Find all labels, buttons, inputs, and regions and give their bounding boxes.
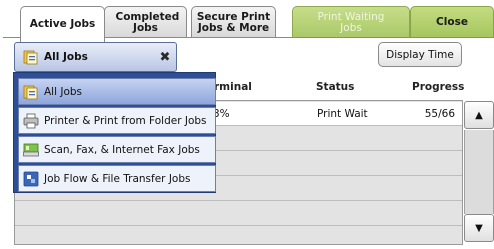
print-waiting-jobs-label: Print Waiting Jobs	[317, 10, 385, 34]
row-status: Print Wait	[317, 108, 368, 120]
tab-active-jobs[interactable]: Active Jobs	[20, 6, 105, 42]
menu-item-scan-fax-jobs[interactable]: Scan, Fax, & Internet Fax Jobs	[18, 136, 216, 163]
tab-active-jobs-label: Active Jobs	[29, 18, 96, 30]
arrow-down-icon: ▼	[475, 222, 483, 234]
column-header-status: Status	[316, 81, 355, 93]
print-waiting-jobs-button[interactable]: Print Waiting Jobs	[292, 6, 410, 38]
tab-secure-print-label: Secure Print Jobs & More	[196, 10, 271, 34]
column-header-progress: Progress	[412, 81, 465, 93]
tab-completed-jobs[interactable]: Completed Jobs	[104, 6, 187, 38]
job-filter-menu: All Jobs Printer & Print from Folder Job…	[13, 72, 216, 193]
arrow-up-icon: ▲	[475, 109, 483, 121]
all-jobs-icon	[23, 50, 38, 65]
column-header-terminal: rminal	[214, 81, 252, 93]
display-time-button[interactable]: Display Time	[378, 42, 462, 67]
job-filter-dropdown[interactable]: All Jobs	[14, 42, 177, 72]
job-flow-icon	[23, 171, 39, 186]
menu-item-all-jobs[interactable]: All Jobs	[18, 78, 216, 105]
all-jobs-icon	[23, 85, 38, 99]
tab-secure-print-jobs[interactable]: Secure Print Jobs & More	[191, 6, 276, 38]
scroll-down-button[interactable]: ▼	[464, 214, 494, 242]
row-progress: 55/66	[424, 108, 455, 120]
menu-item-job-flow-jobs[interactable]: Job Flow & File Transfer Jobs	[18, 165, 216, 192]
scanner-icon	[23, 143, 39, 156]
printer-icon	[23, 113, 39, 128]
tab-completed-jobs-label: Completed Jobs	[115, 10, 180, 34]
scrollbar-track[interactable]	[464, 130, 494, 214]
menu-item-label: Scan, Fax, & Internet Fax Jobs	[44, 143, 200, 156]
menu-item-label: All Jobs	[44, 85, 83, 98]
menu-item-label: Printer & Print from Folder Jobs	[44, 114, 207, 127]
scroll-up-button[interactable]: ▲	[464, 101, 494, 129]
menu-item-printer-jobs[interactable]: Printer & Print from Folder Jobs	[18, 107, 216, 134]
close-button[interactable]: Close	[410, 6, 494, 38]
menu-item-label: Job Flow & File Transfer Jobs	[44, 172, 191, 185]
job-filter-selected: All Jobs	[44, 51, 88, 63]
table-row[interactable]	[15, 202, 462, 226]
clear-filter-icon[interactable]: ✖	[156, 45, 174, 69]
close-label: Close	[436, 16, 468, 28]
